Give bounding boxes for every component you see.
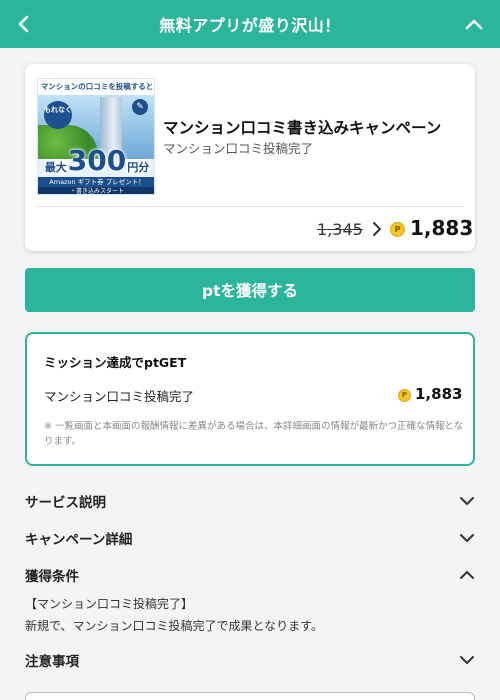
- campaign-card: マンションの口コミを投稿すると もれなく ✎ 最大 300 円分 Amazon …: [25, 64, 475, 251]
- pen-icon: ✎: [132, 99, 148, 115]
- campaign-subtitle: マンション口コミ投稿完了: [163, 141, 314, 156]
- conditions-line2: 新規で、マンション口コミ投稿完了で成果となります。: [25, 619, 323, 633]
- chevron-right-icon: [373, 222, 381, 236]
- section-campaign-detail[interactable]: キャンペーン詳細: [25, 526, 475, 550]
- app-header: 無料アプリが盛り沢山！: [0, 0, 500, 48]
- banner-top-text: マンションの口コミを投稿すると: [38, 79, 154, 95]
- card-divider: [37, 206, 463, 207]
- mission-item-points: 1,883: [415, 385, 463, 403]
- chevron-left-icon: [18, 15, 29, 33]
- section-title: サービス説明: [25, 495, 106, 511]
- point-coin-icon: P: [398, 389, 411, 402]
- section-title: 注意事項: [25, 654, 79, 670]
- new-points: 1,883: [410, 216, 474, 240]
- get-points-button[interactable]: ptを獲得する: [25, 268, 475, 312]
- section-cautions[interactable]: 注意事項: [25, 648, 475, 672]
- mission-note: ※ 一覧画面と本画面の報酬情報に差異がある場合は、本詳細画面の情報が最新かつ正確…: [44, 421, 464, 447]
- banner-amount: 最大 300 円分: [38, 144, 154, 177]
- chevron-down-icon: [460, 656, 474, 664]
- collapse-button[interactable]: [460, 10, 488, 38]
- bottom-box: [25, 692, 475, 700]
- campaign-title: マンション口コミ書き込みキャンペーン: [163, 119, 442, 137]
- point-coin-icon: P: [390, 222, 405, 237]
- conditions-line1: 【マンション口コミ投稿完了】: [25, 597, 194, 611]
- header-title: 無料アプリが盛り沢山！: [159, 16, 341, 35]
- banner-amount-prefix: 最大: [43, 159, 68, 175]
- banner-badge: もれなく: [44, 101, 72, 129]
- campaign-banner-image[interactable]: マンションの口コミを投稿すると もれなく ✎ 最大 300 円分 Amazon …: [37, 78, 155, 195]
- section-title: キャンペーン詳細: [25, 532, 133, 548]
- banner-amount-number: 300: [67, 144, 127, 177]
- chevron-down-icon: [460, 497, 474, 505]
- chevron-up-icon: [460, 571, 474, 579]
- old-points: 1,345: [317, 220, 363, 239]
- banner-start-text: ・書き込みスタート: [38, 187, 154, 194]
- section-title: 獲得条件: [25, 569, 79, 585]
- chevron-down-icon: [460, 534, 474, 542]
- back-button[interactable]: [10, 10, 38, 38]
- section-conditions[interactable]: 獲得条件: [25, 563, 475, 587]
- banner-amount-suffix: 円分: [126, 159, 151, 175]
- mission-title: ミッション達成でptGET: [44, 355, 187, 370]
- banner-gift-text: Amazon ギフト券 プレゼント！: [38, 177, 154, 187]
- chevron-up-icon: [465, 19, 483, 30]
- mission-item-label: マンション口コミ投稿完了: [44, 389, 195, 404]
- section-service[interactable]: サービス説明: [25, 489, 475, 513]
- mission-box: ミッション達成でptGET マンション口コミ投稿完了 P 1,883 ※ 一覧画…: [25, 332, 475, 466]
